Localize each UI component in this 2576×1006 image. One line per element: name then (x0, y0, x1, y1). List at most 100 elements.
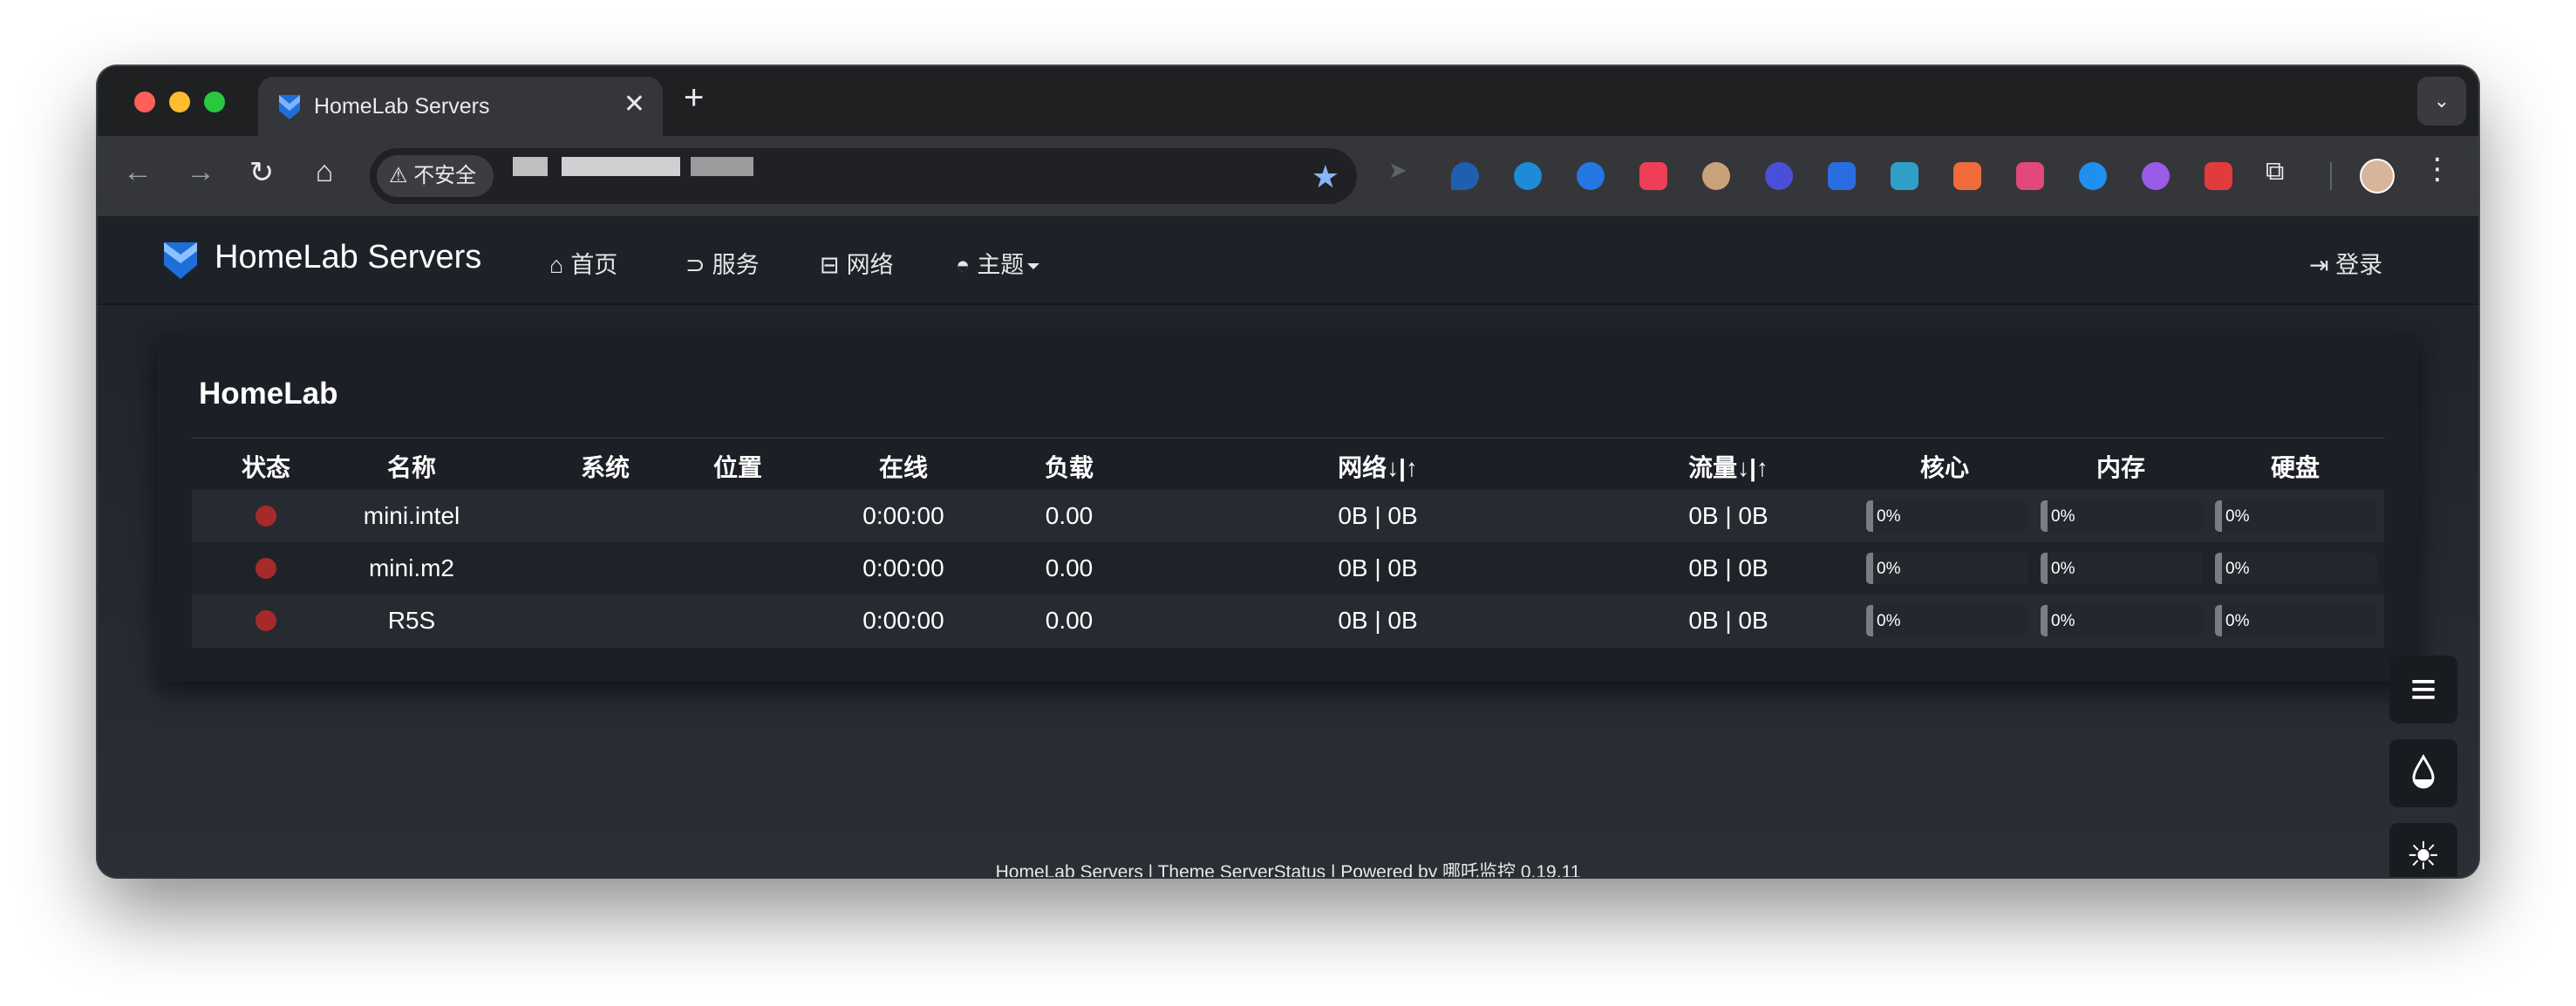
memory-percent: 0% (2051, 507, 2075, 526)
browser-window: HomeLab Servers ✕ + ⌄ ← → ↻ ⌂ ⚠ 不安全 ★ ➤ (98, 66, 2478, 877)
brand-logo-icon (164, 242, 197, 279)
minimize-window-button[interactable] (169, 92, 190, 112)
nav-network-label: 网络 (846, 252, 894, 278)
lock-extension-icon[interactable] (1828, 162, 1856, 190)
cpu-percent: 0% (1877, 612, 1901, 630)
profile-avatar[interactable] (2360, 159, 2395, 194)
disk-percent: 0% (2225, 612, 2250, 630)
glasses-extension-icon[interactable] (1702, 162, 1730, 190)
group-title: HomeLab (199, 377, 338, 411)
address-bar[interactable]: ⚠ 不安全 ★ (370, 148, 1357, 204)
home-button[interactable]: ⌂ (305, 155, 344, 189)
maximize-window-button[interactable] (204, 92, 225, 112)
server-network: 0B | 0B (1338, 554, 1418, 581)
security-indicator[interactable]: ⚠ 不安全 (377, 155, 494, 197)
page-content: HomeLab Servers ⌂ 首页 ⊃ 服务 ⊟ 网络 ◓ 主题 ⇥ 登录 Hom… (98, 216, 2478, 877)
col-status: 状态 (241, 454, 290, 481)
blurred-url (691, 157, 753, 176)
login-label: 登录 (2335, 252, 2383, 278)
col-os: 系统 (580, 454, 630, 481)
table-header: 状态 名称 系统 位置 在线 负载 网络↓|↑ 流量↓|↑ 核心 内存 硬盘 (192, 438, 2384, 492)
site-navbar: HomeLab Servers ⌂ 首页 ⊃ 服务 ⊟ 网络 ◓ 主题 ⇥ 登录 (98, 216, 2478, 305)
memory-percent: 0% (2051, 560, 2075, 578)
extensions-puzzle-icon[interactable]: ⧉ (2266, 157, 2284, 187)
incognito-icon: ◓ (956, 252, 971, 278)
back-button[interactable]: ← (119, 155, 157, 189)
col-uptime: 在线 (878, 454, 928, 481)
col-location: 位置 (712, 454, 762, 481)
col-network: 网络↓|↑ (1338, 454, 1418, 481)
home-icon: ⌂ (549, 252, 564, 278)
memory-percent: 0% (2051, 612, 2075, 630)
server-name: mini.m2 (368, 554, 454, 581)
droplet-icon (2412, 754, 2435, 789)
nav-home-label: 首页 (570, 252, 618, 278)
close-tab-icon[interactable]: ✕ (624, 89, 645, 119)
sign-in-icon: ⇥ (2309, 252, 2329, 278)
list-toggle-button[interactable]: ≡ (2389, 656, 2457, 724)
bookmark-star-icon[interactable]: ★ (1312, 159, 1339, 195)
box-extension-icon[interactable] (1891, 162, 1918, 190)
new-tab-button[interactable]: + (684, 78, 704, 118)
blue-circle-extension-icon[interactable] (2079, 162, 2107, 190)
purple-extension-icon[interactable] (2142, 162, 2170, 190)
col-load: 负载 (1044, 454, 1094, 481)
send-icon[interactable]: ➤ (1388, 157, 1407, 184)
offline-status-dot (256, 610, 276, 631)
server-traffic: 0B | 0B (1688, 607, 1768, 634)
server-name: mini.intel (363, 502, 460, 529)
pocket-extension-icon[interactable] (1639, 162, 1667, 190)
c-extension-icon[interactable] (1577, 162, 1605, 190)
sync-extension-icon[interactable] (1514, 162, 1542, 190)
login-link[interactable]: ⇥ 登录 (2309, 246, 2382, 280)
memory-bar-fill (2041, 553, 2048, 584)
forward-button[interactable]: → (181, 155, 220, 189)
disk-percent: 0% (2225, 507, 2250, 526)
nav-network[interactable]: ⊟ 网络 (820, 246, 894, 280)
server-name: R5S (387, 607, 436, 634)
server-network: 0B | 0B (1338, 502, 1418, 529)
cpu-bar-fill (1866, 605, 1873, 636)
server-network: 0B | 0B (1338, 607, 1418, 634)
memory-progress-bar: 0% (2041, 500, 2203, 532)
server-load: 0.00 (1045, 607, 1094, 634)
disk-bar-fill (2215, 553, 2222, 584)
table-row[interactable]: mini.intel 0:00:00 0.00 0B | 0B 0B | 0B … (192, 490, 2384, 543)
translate-extension-icon[interactable] (2016, 162, 2044, 190)
server-load: 0.00 (1045, 502, 1094, 529)
toolbar-divider (2330, 162, 2332, 190)
reload-button[interactable]: ↻ (242, 155, 281, 190)
offline-status-dot (256, 558, 276, 579)
tab-title: HomeLab Servers (314, 94, 490, 119)
col-disk: 硬盘 (2270, 454, 2320, 481)
nav-theme-label: 主题 (977, 252, 1025, 278)
nav-services[interactable]: ⊃ 服务 (685, 246, 760, 280)
brand-name[interactable]: HomeLab Servers (215, 239, 481, 276)
col-cpu: 核心 (1919, 454, 1969, 481)
tab-homelab-servers[interactable]: HomeLab Servers ✕ (258, 77, 663, 136)
table-row[interactable]: mini.m2 0:00:00 0.00 0B | 0B 0B | 0B 0% … (192, 542, 2384, 595)
caret-down-icon (1027, 263, 1040, 270)
red-list-extension-icon[interactable] (2205, 162, 2232, 190)
server-uptime: 0:00:00 (862, 607, 944, 634)
list-icon: ≡ (2409, 664, 2437, 715)
orange-extension-icon[interactable] (1953, 162, 1981, 190)
nav-theme-dropdown[interactable]: ◓ 主题 (956, 246, 1040, 280)
tab-search-button[interactable]: ⌄ (2417, 77, 2466, 126)
server-uptime: 0:00:00 (862, 554, 944, 581)
cpu-progress-bar: 0% (1866, 553, 2028, 584)
disk-bar-fill (2215, 500, 2222, 532)
browser-toolbar: ← → ↻ ⌂ ⚠ 不安全 ★ ➤ ⧉ ⋮ (98, 136, 2478, 216)
memory-bar-fill (2041, 500, 2048, 532)
col-traffic: 流量↓|↑ (1688, 454, 1768, 481)
server-load: 0.00 (1045, 554, 1094, 581)
memory-progress-bar: 0% (2041, 605, 2203, 636)
color-theme-button[interactable] (2389, 739, 2457, 807)
close-window-button[interactable] (134, 92, 155, 112)
warning-icon: ⚠ (389, 164, 408, 187)
bot-extension-icon[interactable] (1765, 162, 1793, 190)
browser-menu-icon[interactable]: ⋮ (2423, 152, 2452, 187)
table-row[interactable]: R5S 0:00:00 0.00 0B | 0B 0B | 0B 0% 0% 0… (192, 595, 2384, 648)
nav-home[interactable]: ⌂ 首页 (549, 246, 617, 280)
gem-extension-icon[interactable] (1451, 162, 1479, 190)
